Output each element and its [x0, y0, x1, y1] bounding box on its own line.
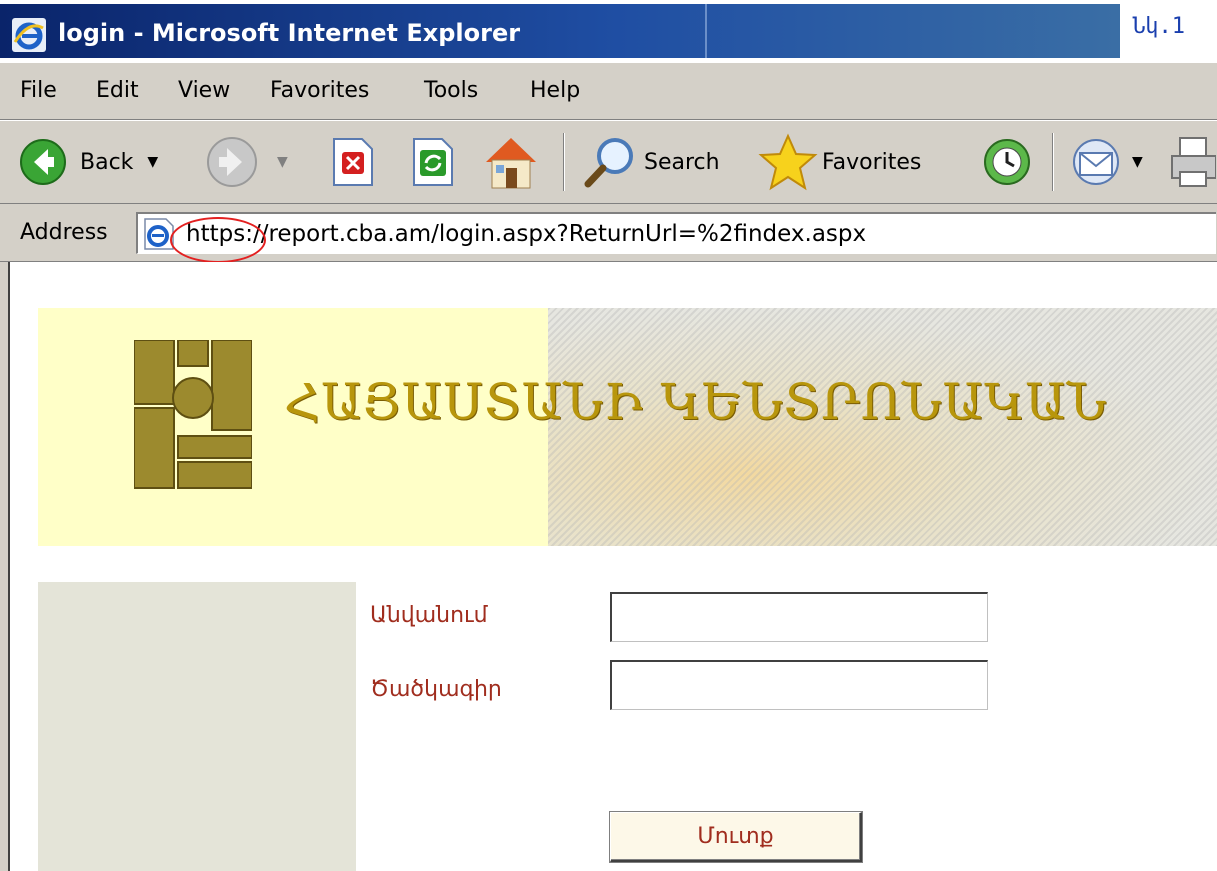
home-button[interactable] — [482, 131, 540, 193]
toolbar-separator — [1052, 133, 1054, 191]
title-bar-fill: login - Microsoft Internet Explorer — [0, 4, 1120, 58]
title-bar: login - Microsoft Internet Explorer Նկ.1 — [0, 0, 1217, 62]
toolbar-separator — [563, 133, 565, 191]
ie-logo-icon — [12, 18, 46, 52]
back-button[interactable]: Back ▼ — [18, 131, 158, 193]
bank-name-title: ՀԱՅԱՍՏԱՆԻ ԿԵՆՏՐՈՆԱԿԱՆ — [284, 373, 1108, 431]
address-field[interactable]: https://report.cba.am/login.aspx?ReturnU… — [136, 212, 1216, 254]
forward-dropdown-icon[interactable]: ▼ — [277, 154, 288, 170]
back-dropdown-icon[interactable]: ▼ — [147, 154, 158, 170]
menu-tools[interactable]: Tools — [424, 77, 478, 105]
mail-dropdown-icon[interactable]: ▼ — [1132, 154, 1143, 170]
menu-favorites[interactable]: Favorites — [270, 77, 369, 105]
address-bar: Address https://report.cba.am/login.aspx… — [0, 204, 1217, 262]
search-magnifier-icon — [584, 138, 633, 188]
forward-arrow-icon — [207, 137, 257, 187]
address-label: Address — [20, 220, 108, 245]
browser-window: login - Microsoft Internet Explorer Նկ.1… — [0, 0, 1217, 871]
search-label: Search — [644, 149, 720, 175]
username-label: Անվանում — [370, 603, 488, 628]
back-label: Back — [80, 149, 134, 175]
favorites-label: Favorites — [822, 149, 922, 175]
home-icon — [486, 138, 536, 189]
favorites-button[interactable]: Favorites — [758, 131, 921, 193]
title-bar-divider — [705, 4, 707, 58]
search-button[interactable]: Search — [582, 131, 720, 193]
login-button[interactable]: Մուտք — [610, 812, 862, 862]
forward-button[interactable]: ▼ — [205, 131, 288, 193]
stop-button[interactable] — [330, 131, 376, 193]
page-icon — [144, 218, 174, 250]
window-title: login - Microsoft Internet Explorer — [58, 19, 521, 47]
menu-bar: File Edit View Favorites Tools Help — [0, 62, 1217, 120]
print-button[interactable] — [1170, 131, 1216, 193]
username-input[interactable] — [610, 592, 988, 642]
menu-file[interactable]: File — [20, 77, 57, 105]
toolbar: Back ▼ ▼ Search Favorites ▼ — [0, 120, 1217, 204]
back-arrow-icon — [20, 139, 66, 185]
stop-icon — [333, 138, 373, 186]
favorites-star-icon — [758, 133, 818, 191]
header-banner: ՀԱՅԱՍՏԱՆԻ ԿԵՆՏՐՈՆԱԿԱՆ — [38, 308, 1217, 546]
menu-help[interactable]: Help — [530, 77, 580, 105]
mail-icon — [1073, 139, 1119, 185]
refresh-icon — [413, 138, 453, 186]
mail-button[interactable]: ▼ — [1070, 131, 1143, 193]
password-label: Ծածկագիր — [370, 677, 502, 702]
history-icon — [984, 139, 1030, 185]
menu-view[interactable]: View — [178, 77, 230, 105]
figure-label: Նկ.1 — [1132, 14, 1185, 39]
history-button[interactable] — [980, 131, 1034, 193]
print-icon — [1171, 137, 1216, 187]
window-left-frame — [0, 262, 10, 871]
menu-edit[interactable]: Edit — [96, 77, 139, 105]
refresh-button[interactable] — [410, 131, 456, 193]
password-input[interactable] — [610, 660, 988, 710]
left-side-panel — [38, 582, 356, 871]
address-url[interactable]: https://report.cba.am/login.aspx?ReturnU… — [186, 218, 866, 250]
bank-logo-icon — [134, 340, 252, 489]
